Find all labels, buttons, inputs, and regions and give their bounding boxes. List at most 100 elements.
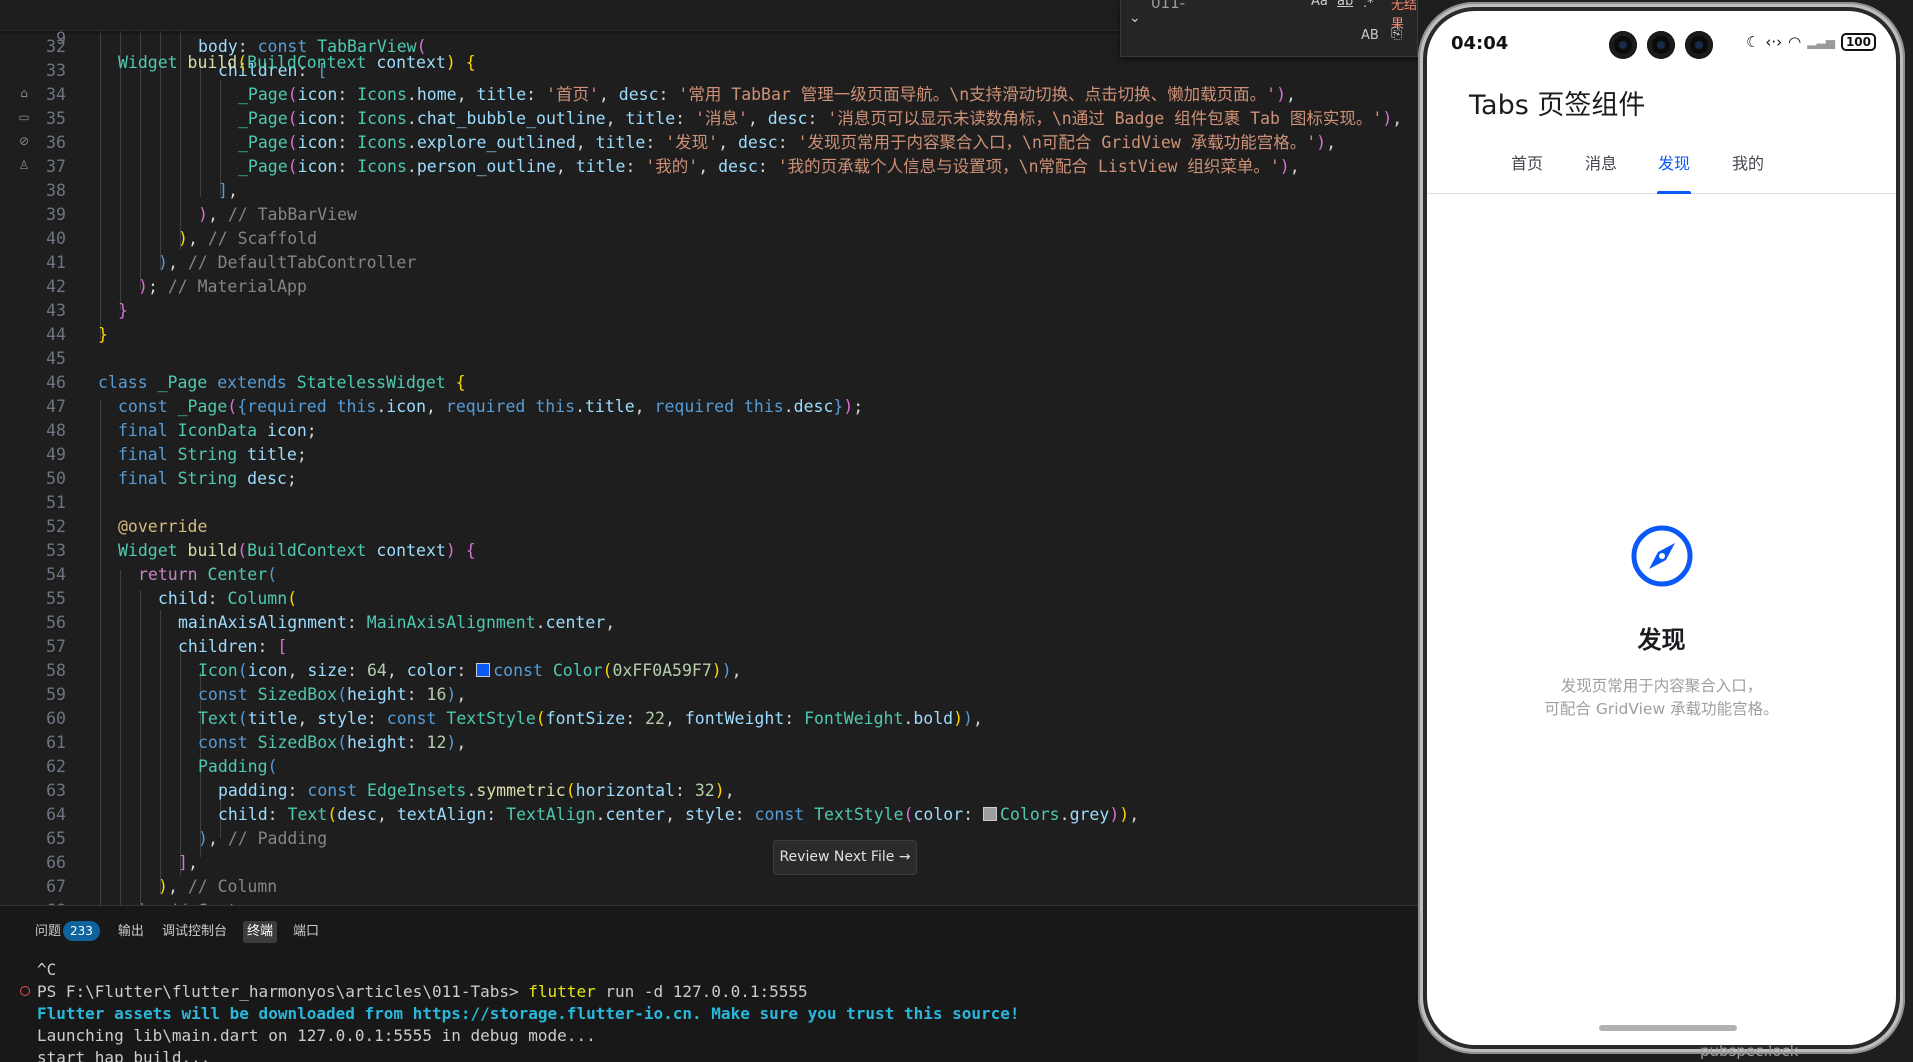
nfc-icon: ‹·› — [1765, 33, 1783, 51]
code-row[interactable]: 57 children: [ — [0, 635, 1418, 659]
code-row[interactable]: 48 final IconData icon; — [0, 419, 1418, 443]
code-row[interactable]: 60 Text(title, style: const TextStyle(fon… — [0, 707, 1418, 731]
whole-word-toggle[interactable]: ab — [1337, 0, 1353, 9]
code-row[interactable]: 35 _Page(icon: Icons.chat_bubble_outline,… — [0, 107, 1418, 131]
line-number: 46 — [46, 373, 66, 392]
arrow-right-icon: → — [898, 849, 911, 865]
code-line: ), // TabBarView — [198, 205, 357, 224]
match-case-toggle[interactable]: Aa — [1311, 0, 1328, 9]
code-row[interactable]: 34 _Page(icon: Icons.home, title: '首页', d… — [0, 83, 1418, 107]
line-number: 40 — [46, 229, 66, 248]
line-number: 53 — [46, 541, 66, 560]
phone-screen[interactable]: 04:04 ☾ ‹·› ◠ ▂▃▅ 100 Tabs 页签组件 首页 消息 发现… — [1427, 11, 1896, 1045]
status-icons: ☾ ‹·› ◠ ▂▃▅ 100 — [1746, 33, 1876, 51]
camera-icon — [1647, 31, 1675, 59]
panel-tabs: 问题 233 输出 调试控制台 终端 端口 — [33, 920, 321, 944]
code-line: Padding( — [198, 757, 278, 776]
code-row[interactable]: 63 padding: const EdgeInsets.symmetric(ho… — [0, 779, 1418, 803]
code-row[interactable]: 45 — [0, 347, 1418, 371]
code-row[interactable]: 41), // DefaultTabController — [0, 251, 1418, 275]
wifi-icon: ◠ — [1788, 33, 1802, 51]
code-row[interactable]: 65), // Padding — [0, 827, 1418, 851]
code-row[interactable]: 55 child: Column( — [0, 587, 1418, 611]
chevron-down-icon[interactable]: ⌄ — [1129, 10, 1141, 26]
panel-tab-terminal[interactable]: 终端 — [242, 921, 277, 943]
regex-toggle[interactable]: .* — [1363, 0, 1374, 11]
line-number: 52 — [46, 517, 66, 536]
code-row[interactable]: 62 Padding( — [0, 755, 1418, 779]
code-line: Widget build(BuildContext context) { — [118, 53, 476, 72]
code-row[interactable]: 42); // MaterialApp — [0, 275, 1418, 299]
tab-messages[interactable]: 消息 — [1564, 149, 1638, 193]
code-row[interactable]: 49 final String title; — [0, 443, 1418, 467]
error-circle-icon — [20, 986, 30, 996]
tab-profile[interactable]: 我的 — [1711, 149, 1785, 193]
line-number: 50 — [46, 469, 66, 488]
bottom-panel[interactable]: 问题 233 输出 调试控制台 终端 端口 ^C PS F:\Flutter\fl… — [0, 905, 1418, 1062]
panel-tab-ports[interactable]: 端口 — [291, 921, 321, 943]
tab-home[interactable]: 首页 — [1490, 149, 1564, 193]
line-number: 60 — [46, 709, 66, 728]
code-line: final String desc; — [118, 469, 297, 488]
panel-tab-debug-console[interactable]: 调试控制台 — [160, 921, 229, 943]
code-row[interactable]: 38], — [0, 179, 1418, 203]
line-number: 54 — [46, 565, 66, 584]
line-number: 56 — [46, 613, 66, 632]
line-number: 39 — [46, 205, 66, 224]
line-number: 67 — [46, 877, 66, 896]
preserve-case-toggle[interactable]: AB — [1361, 28, 1379, 43]
code-row[interactable]: 36 _Page(icon: Icons.explore_outlined, ti… — [0, 131, 1418, 155]
code-row[interactable]: 51 — [0, 491, 1418, 515]
phone-frame: 04:04 ☾ ‹·› ◠ ▂▃▅ 100 Tabs 页签组件 首页 消息 发现… — [1418, 2, 1905, 1054]
code-row[interactable]: 52 @override — [0, 515, 1418, 539]
panel-tab-output[interactable]: 输出 — [116, 921, 146, 943]
find-widget[interactable]: 011- Aa ab .* 无结果 ⌄ AB ⎘ — [1120, 0, 1418, 57]
code-row[interactable]: 39 ), // TabBarView — [0, 203, 1418, 227]
code-row[interactable]: 46 class _Page extends StatelessWidget { — [0, 371, 1418, 395]
home-indicator[interactable] — [1599, 1025, 1737, 1031]
code-row[interactable]: 44} — [0, 323, 1418, 347]
code-line: _Page(icon: Icons.home, title: '首页', des… — [238, 85, 1296, 104]
code-line: ), // DefaultTabController — [158, 253, 417, 272]
code-line: _Page(icon: Icons.person_outline, title:… — [238, 157, 1300, 176]
line-number: 61 — [46, 733, 66, 752]
line-number: 43 — [46, 301, 66, 320]
code-line: mainAxisAlignment: MainAxisAlignment.cen… — [178, 613, 616, 632]
code-line: _Page(icon: Icons.chat_bubble_outline, t… — [238, 109, 1403, 128]
code-editor[interactable]: ⌂ ▭ ⊘ ♙ 9 Widget build(BuildContext cont… — [0, 0, 1418, 905]
panel-tab-problems[interactable]: 问题 233 — [33, 921, 102, 943]
line-number: 38 — [46, 181, 66, 200]
code-row[interactable]: 54 return Center( — [0, 563, 1418, 587]
code-line: child: Column( — [158, 589, 298, 608]
terminal-line: Launching lib\main.dart on 127.0.0.1:555… — [37, 1026, 596, 1045]
code-row[interactable]: 58 Icon(icon, size: 64, color: const Colo… — [0, 659, 1418, 683]
code-row[interactable]: 66], — [0, 851, 1418, 875]
code-row[interactable]: 47 const _Page({required this.icon, requi… — [0, 395, 1418, 419]
code-row[interactable]: 37 _Page(icon: Icons.person_outline, titl… — [0, 155, 1418, 179]
page-description-line: 可配合 GridView 承载功能宫格。 — [1544, 700, 1779, 718]
code-row[interactable]: 40), // Scaffold — [0, 227, 1418, 251]
code-row[interactable]: 53 Widget build(BuildContext context) { — [0, 539, 1418, 563]
code-line: ], — [178, 853, 198, 872]
code-row[interactable]: 61 const SizedBox(height: 12), — [0, 731, 1418, 755]
find-input-partial[interactable]: 011- — [1151, 0, 1185, 12]
code-row[interactable]: 59 const SizedBox(height: 16), — [0, 683, 1418, 707]
code-row[interactable]: 56 mainAxisAlignment: MainAxisAlignment.c… — [0, 611, 1418, 635]
line-number: 51 — [46, 493, 66, 512]
replace-all-icon[interactable]: ⎘ — [1391, 26, 1402, 42]
code-line: return Center( — [138, 565, 278, 584]
code-row[interactable]: 43} — [0, 299, 1418, 323]
code-row[interactable]: 50 final String desc; — [0, 467, 1418, 491]
line-number: 37 — [46, 157, 66, 176]
status-time: 04:04 — [1451, 33, 1509, 54]
tab-discover[interactable]: 发现 — [1637, 149, 1711, 194]
tab-bar: 首页 消息 发现 我的 — [1427, 149, 1896, 194]
line-number: 57 — [46, 637, 66, 656]
code-line: @override — [118, 517, 208, 536]
camera-icon — [1609, 31, 1637, 59]
line-number: 47 — [46, 397, 66, 416]
review-next-file-button[interactable]: Review Next File → — [773, 840, 917, 875]
camera-icon — [1685, 31, 1713, 59]
code-row[interactable]: 67), // Column — [0, 875, 1418, 899]
code-row[interactable]: 64 child: Text(desc, textAlign: TextAlign… — [0, 803, 1418, 827]
